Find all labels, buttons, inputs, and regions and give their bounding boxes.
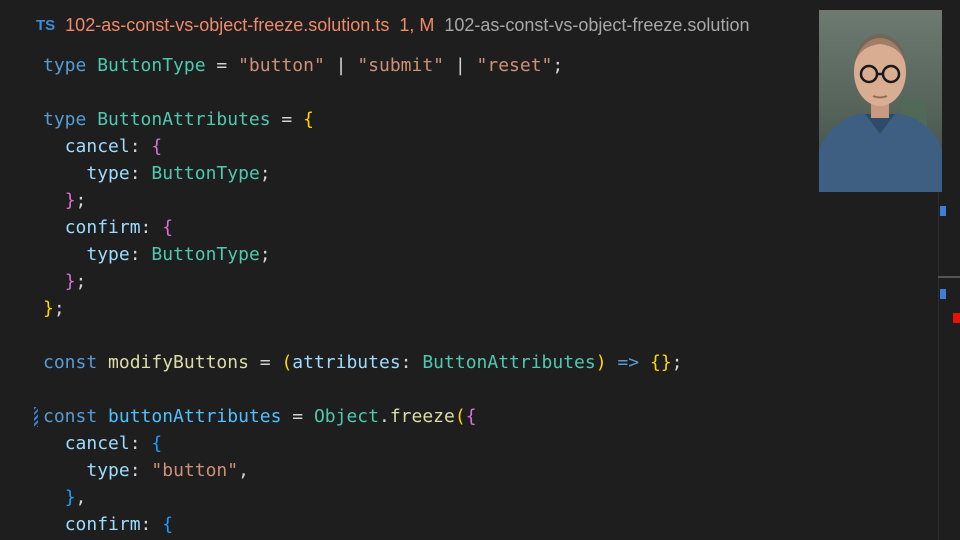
code-line-10: }; bbox=[43, 298, 65, 319]
scroll-marker-error bbox=[953, 313, 960, 323]
presenter-webcam bbox=[819, 10, 942, 192]
editor-tab-bar: TS 102-as-const-vs-object-freeze.solutio… bbox=[0, 0, 960, 50]
modified-line-gutter-marker bbox=[34, 407, 38, 427]
code-line-4: cancel: { bbox=[64, 136, 163, 157]
code-line-16: type: "button", bbox=[86, 460, 249, 481]
code-line-8: type: ButtonType; bbox=[86, 244, 271, 265]
code-line-9: }; bbox=[64, 271, 87, 292]
breadcrumb[interactable]: 102-as-const-vs-object-freeze.solution bbox=[444, 15, 749, 36]
active-tab-filename[interactable]: 102-as-const-vs-object-freeze.solution.t… bbox=[65, 15, 389, 36]
code-line-14: const buttonAttributes = Object.freeze({ bbox=[0, 403, 940, 430]
code-line-7: confirm: { bbox=[64, 217, 174, 238]
presenter-webcam-icon bbox=[819, 34, 942, 192]
code-line-1: type ButtonType = "button" | "submit" | … bbox=[43, 55, 564, 76]
editor-scrollbar[interactable] bbox=[938, 192, 939, 540]
code-line-17: }, bbox=[64, 487, 87, 508]
typescript-file-icon: TS bbox=[36, 16, 56, 34]
scroll-marker-info bbox=[940, 289, 946, 299]
code-line-3: type ButtonAttributes = { bbox=[43, 109, 314, 130]
tab-problem-status: 1, M bbox=[399, 14, 435, 35]
scroll-marker-separator bbox=[938, 276, 960, 278]
code-line-6: }; bbox=[64, 190, 87, 211]
code-line-12: const modifyButtons = (attributes: Butto… bbox=[43, 352, 683, 373]
code-line-5: type: ButtonType; bbox=[86, 163, 271, 184]
scroll-marker-info bbox=[940, 206, 946, 216]
code-editor[interactable]: type ButtonType = "button" | "submit" | … bbox=[0, 52, 940, 540]
code-line-15: cancel: { bbox=[64, 433, 163, 454]
code-line-18: confirm: { bbox=[64, 514, 174, 535]
